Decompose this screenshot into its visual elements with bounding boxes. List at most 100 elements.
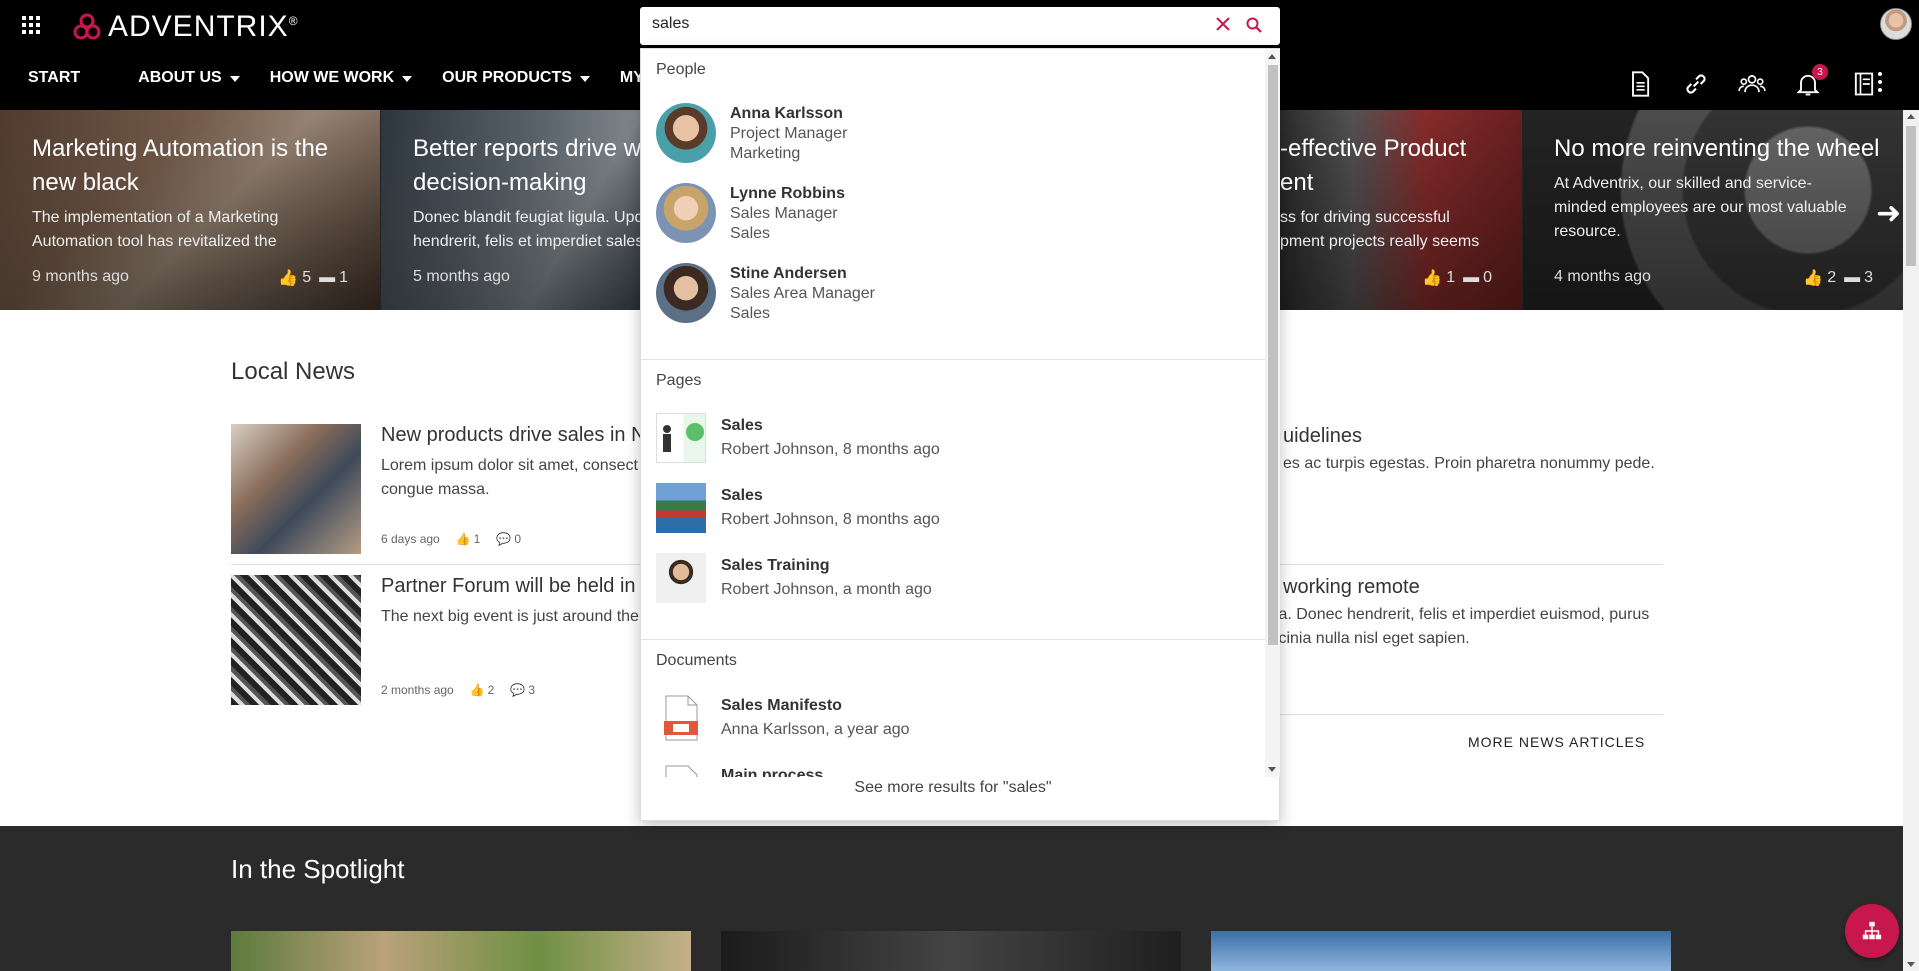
more-options-icon[interactable] <box>1878 72 1884 92</box>
main-nav: START ABOUT US HOW WE WORK OUR PRODUCTS … <box>0 64 693 94</box>
news-excerpt: ula. Donec hendrerit, felis et imperdiet… <box>1266 606 1650 647</box>
page-thumbnail <box>656 553 706 603</box>
hero-meta: 9 months ago 👍 5 ▬ 1 <box>32 268 348 287</box>
avatar <box>656 103 716 163</box>
org-chart-button[interactable] <box>1845 904 1899 958</box>
notification-badge: 3 <box>1812 64 1828 80</box>
pages-heading: Pages <box>656 372 702 389</box>
news-excerpt: Lorem ipsum dolor sit amet, consect cong… <box>381 457 638 498</box>
news-title[interactable]: working remote <box>1283 575 1420 599</box>
news-title[interactable]: uidelines <box>1283 424 1362 448</box>
nav-how-we-work[interactable]: HOW WE WORK <box>270 64 413 94</box>
search-input[interactable] <box>652 15 1192 33</box>
spotlight-section: In the Spotlight <box>0 826 1903 971</box>
document-result[interactable]: Sales Manifesto Anna Karlsson, a year ag… <box>656 693 1216 743</box>
nav-our-products[interactable]: OUR PRODUCTS <box>442 64 590 94</box>
hero-age: 5 months ago <box>413 268 510 285</box>
bell-icon[interactable]: 3 <box>1780 64 1836 102</box>
hero-age: 4 months ago <box>1554 268 1651 285</box>
hero-excerpt: At Adventrix, our skilled and service-mi… <box>1554 175 1847 240</box>
local-news-heading: Local News <box>231 358 356 385</box>
people-heading: People <box>656 61 706 78</box>
news-item[interactable]: New products drive sales in N Lorem ipsu… <box>231 424 651 554</box>
sitemap-icon <box>1862 921 1882 940</box>
thumbs-up-icon: 👍 <box>1803 270 1824 287</box>
chevron-down-icon <box>229 76 240 82</box>
page-result[interactable]: Sales Robert Johnson, 8 months ago <box>656 483 1216 533</box>
link-icon[interactable] <box>1668 66 1724 102</box>
page-result[interactable]: Sales Training Robert Johnson, a month a… <box>656 553 1216 603</box>
page-result[interactable]: Sales Robert Johnson, 8 months ago <box>656 413 1216 463</box>
app-launcher-icon[interactable] <box>22 16 40 34</box>
comment-icon: 💬 <box>496 532 512 546</box>
people-icon[interactable] <box>1724 66 1780 102</box>
news-title[interactable]: New products drive sales in N <box>381 424 646 447</box>
see-more-results-link[interactable]: See more results for "sales" <box>641 779 1265 797</box>
thumbs-up-icon: 👍 <box>278 270 299 287</box>
spotlight-card-image[interactable] <box>231 931 691 971</box>
spotlight-heading: In the Spotlight <box>231 854 405 884</box>
brand-logo-icon <box>73 13 101 40</box>
hero-card[interactable]: No more reinventing the wheel At Adventr… <box>1523 110 1903 310</box>
thumbs-up-icon: 👍 <box>455 532 471 546</box>
pdf-document-icon <box>656 693 706 743</box>
chevron-down-icon <box>579 76 590 82</box>
avatar <box>656 183 716 243</box>
news-thumbnail <box>231 424 361 554</box>
person-result[interactable]: Stine Andersen Sales Area Manager Sales <box>656 261 1216 323</box>
search-box <box>640 7 1280 45</box>
hero-excerpt: ss for driving successful pment projects… <box>1280 209 1480 250</box>
comment-icon: 💬 <box>510 683 526 697</box>
news-excerpt: The next big event is just around the <box>381 608 639 625</box>
hero-title: -effective Product ent <box>1280 135 1467 196</box>
nav-start[interactable]: START <box>28 64 80 94</box>
toolbar-icons: 3 <box>1612 64 1892 102</box>
more-news-button[interactable]: MORE NEWS ARTICLES <box>1468 734 1645 750</box>
documents-heading: Documents <box>656 652 737 669</box>
hero-meta: 4 months ago 👍 2 ▬ 3 <box>1554 268 1873 287</box>
page-thumbnail <box>656 413 706 463</box>
news-item[interactable]: Partner Forum will be held in The next b… <box>231 575 651 705</box>
news-meta: 2 months ago 👍 2 💬 3 <box>381 683 535 697</box>
document-icon[interactable] <box>1612 66 1668 102</box>
news-meta: 6 days ago 👍 1 💬 0 <box>381 532 521 546</box>
spotlight-card-image[interactable] <box>721 931 1181 971</box>
hero-title: Better reports drive wis decision-making <box>413 135 640 196</box>
hero-card[interactable]: Marketing Automation is the new black Th… <box>0 110 380 310</box>
nav-about-us[interactable]: ABOUT US <box>138 64 240 94</box>
news-thumbnail <box>231 575 361 705</box>
hero-card[interactable]: -effective Product ent ss for driving su… <box>1280 110 1522 310</box>
hero-excerpt: Donec blandit feugiat ligula. Upd hendre… <box>413 209 640 250</box>
hero-card[interactable]: Better reports drive wis decision-making… <box>381 110 640 310</box>
avatar <box>656 263 716 323</box>
hero-excerpt: The implementation of a Marketing Automa… <box>32 209 279 250</box>
hero-age: 9 months ago <box>32 268 129 285</box>
comment-icon: ▬ <box>1463 269 1480 286</box>
person-result[interactable]: Lynne Robbins Sales Manager Sales <box>656 181 1216 243</box>
comment-icon: ▬ <box>319 269 336 286</box>
news-title[interactable]: Partner Forum will be held in <box>381 575 636 598</box>
hero-meta: 5 months ago <box>413 268 608 286</box>
thumbs-up-icon: 👍 <box>1422 270 1443 287</box>
carousel-next-icon[interactable]: ➜ <box>1876 196 1901 231</box>
section-divider <box>641 359 1265 360</box>
search-icon[interactable] <box>1246 17 1262 38</box>
page-scrollbar[interactable] <box>1903 110 1919 971</box>
close-icon[interactable] <box>1216 17 1230 36</box>
chevron-down-icon <box>402 76 413 82</box>
brand-logo[interactable]: ADVENTRIX® <box>72 10 299 44</box>
person-result[interactable]: Anna Karlsson Project Manager Marketing <box>656 101 1216 163</box>
news-excerpt: es ac turpis egestas. Proin pharetra non… <box>1283 455 1655 472</box>
document-result[interactable]: Main process <box>656 763 1216 777</box>
brand-name: ADVENTRIX® <box>108 10 299 43</box>
hero-title: Marketing Automation is the new black <box>32 135 329 196</box>
results-scrollbar[interactable] <box>1265 49 1280 777</box>
thumbs-up-icon: 👍 <box>469 683 485 697</box>
spotlight-card-image[interactable] <box>1211 931 1671 971</box>
section-divider <box>641 639 1265 640</box>
user-avatar[interactable] <box>1880 8 1912 40</box>
hero-meta: 👍 1 ▬ 0 <box>1422 269 1492 287</box>
page-thumbnail <box>656 483 706 533</box>
hero-title: No more reinventing the wheel <box>1554 135 1880 162</box>
comment-icon: ▬ <box>1844 269 1861 286</box>
